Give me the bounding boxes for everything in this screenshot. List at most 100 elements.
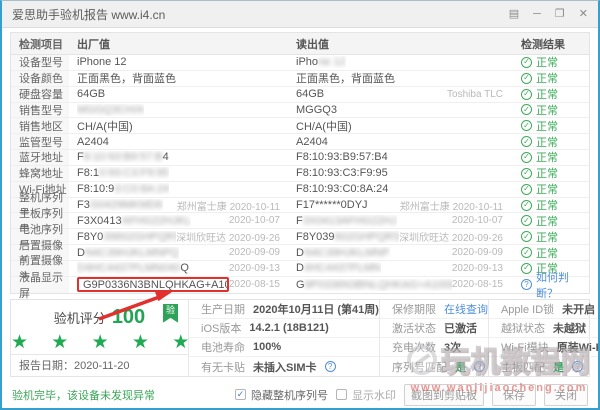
table-cell: G9P0336N3BNLQHKAG+A1000...2020-08-15 [288, 279, 511, 291]
info-label: 有无卡贴 [201, 359, 245, 375]
result-normal: 正常 [536, 86, 558, 102]
table-cell: F8:10:93:B9:57:B4 [288, 151, 511, 163]
result-normal: 正常 [536, 181, 558, 197]
info-value: 是 [455, 359, 466, 375]
redacted-text: G0429MKMD6 [90, 199, 163, 211]
cell-annotation: 2020-08-15 [452, 279, 511, 290]
hide-serial-label[interactable]: 隐藏整机序列号 [251, 387, 328, 403]
result-normal: 正常 [536, 54, 558, 70]
table-row: 硬盘容量64GB64GBToshiba TLC✓正常 [11, 87, 589, 103]
table-cell: 64GB [69, 88, 288, 100]
info-label: Apple ID锁 [501, 301, 554, 317]
cell-annotation: 2020-09-09 [452, 247, 511, 258]
screenshot-clipboard-button[interactable]: 截图到剪贴板 [404, 384, 484, 406]
table-cell: A2404 [69, 136, 288, 148]
info-row: 激活状态已激活 [380, 319, 488, 338]
check-circle-icon: ✓ [521, 231, 532, 242]
result-cell: ✓正常 [511, 102, 589, 118]
cell-value: 64GB [296, 88, 324, 100]
window-title: 爱思助手验机报告 www.i4.cn [12, 6, 165, 23]
info-row: Apple ID锁未开启? [489, 300, 600, 319]
restore-icon[interactable]: ❐ [555, 9, 565, 20]
info-value: 100% [253, 341, 281, 353]
check-circle-icon: ✓ [521, 184, 532, 195]
table-cell: F8:10:93:C0:8A:24 [69, 183, 288, 195]
info-row: 越狱状态未越狱 [489, 319, 600, 338]
detection-table: 检测项目 出厂值 读出值 检测结果 设备型号iPhone 12iPhone 12… [10, 32, 590, 294]
result-cell: ✓正常 [511, 134, 589, 150]
close-icon[interactable]: ✕ [579, 9, 588, 20]
info-label: 激活状态 [392, 320, 436, 336]
table-cell: F3G0429MKMD6郑州富士康 2020-10-11 [69, 198, 288, 213]
result-normal: 正常 [536, 118, 558, 134]
table-cell: F8Y039602GHPQRSV深圳欣旺达 2020-09-26 [69, 229, 288, 244]
check-circle-icon: ✓ [521, 120, 532, 131]
question-circle-icon[interactable]: ? [572, 361, 583, 372]
minimize-icon[interactable]: ─ [533, 9, 541, 20]
redacted-text: 4HC4437PLMN [304, 262, 381, 274]
summary-panel: 验机评分100 验 ★ ★ ★ ★ ★ 报告日期：2020-11-20 生产日期… [10, 299, 590, 377]
table-row: 销售地区CH/A(中国)CH/A(中国)✓正常 [11, 118, 589, 134]
info-label: 充电次数 [392, 339, 436, 355]
cell-value: D4HC4437PLMN040Q [77, 262, 189, 274]
info-value: 3次 [444, 339, 461, 355]
highlighted-value: G9P0336N3BNLQHKAG+A100000... [77, 277, 229, 292]
info-value: 已激活 [444, 320, 477, 336]
info-value: 是 [553, 359, 564, 375]
table-cell: F8:10:93:C3:F9:95 [288, 167, 511, 179]
cell-value: F8:10:93:B9:57:B4 [77, 151, 169, 163]
show-watermark-checkbox[interactable] [336, 389, 347, 400]
cell-value: F3X0413AFHG22HJKL [77, 215, 191, 227]
row-label: 监管型号 [11, 134, 69, 149]
menu-icon[interactable]: ▤ [509, 9, 519, 20]
hide-serial-checkbox[interactable]: ✓ [235, 389, 246, 400]
table-cell: DN4C39HJKLMNPQ2020-09-09 [69, 247, 288, 259]
howto-link[interactable]: 如何判断？ [536, 269, 589, 301]
header-result: 检测结果 [511, 36, 589, 52]
table-cell: F8Y039602GHPQRS深圳欣旺达 2020-09-26 [288, 229, 511, 244]
check-circle-icon: ✓ [521, 57, 532, 68]
cell-value: F8Y039602GHPQRSV [77, 231, 176, 243]
table-cell: A2404 [288, 136, 511, 148]
row-label: 销售型号 [11, 103, 69, 118]
redacted-text: ne 12 [318, 56, 346, 68]
online-query-link[interactable]: 在线查询 [444, 301, 488, 317]
result-cell: ✓ 正常 [511, 54, 589, 70]
question-circle-icon[interactable]: ? [325, 361, 336, 372]
table-cell: iPhone 12 [69, 56, 288, 68]
info-row: 电池寿命100% [189, 338, 379, 357]
info-row: 主板匹配是? [489, 357, 600, 375]
row-label: 销售地区 [11, 118, 69, 133]
table-cell: 正面黑色，背面蓝色 [69, 70, 288, 86]
redacted-text: 3:C0:8A:24 [114, 183, 169, 195]
cell-value: D4HC4437PLMN [296, 262, 381, 274]
cell-value: F8:10:93:C0:8A:24 [296, 183, 388, 195]
show-watermark-label[interactable]: 显示水印 [352, 387, 396, 403]
table-cell: F3X0413AFHG22HJ2020-10-07 [288, 215, 511, 227]
score-label: 验机评分 [54, 311, 106, 326]
save-button[interactable]: 保存 [492, 384, 536, 406]
header-read: 读出值 [288, 36, 511, 52]
redacted-text: N4C39HJKLMNPQ [85, 247, 179, 259]
question-circle-icon[interactable]: ? [474, 361, 485, 372]
table-row: 销售型号MGGQ3CH/AMGGQ3✓正常 [11, 103, 589, 119]
close-button[interactable]: 关闭 [544, 384, 588, 406]
check-circle-icon: ✓ [521, 215, 532, 226]
result-cell: ✓正常 [511, 245, 589, 261]
table-cell: F8:10:93:C3:F9:95 [69, 167, 288, 179]
result-cell: ✓正常 [511, 70, 589, 86]
table-cell: iPhone 12 [288, 56, 511, 68]
table-row: 蓝牙地址F8:10:93:B9:57:B4F8:10:93:B9:57:B4✓正… [11, 150, 589, 166]
cell-annotation: 郑州富士康 2020-10-11 [400, 198, 511, 213]
redacted-text: 39602GHPQRSV [103, 231, 176, 243]
cell-annotation: 深圳欣旺达 2020-09-26 [399, 229, 511, 244]
result-cell: ✓正常 [511, 197, 589, 213]
redacted-text: AFHG22HJKL [122, 215, 192, 227]
redacted-text: 8:10:93:B9:57:B [84, 151, 163, 163]
redacted-text: 0:93:C3:F9:95 [99, 167, 169, 179]
cell-annotation: 2020-09-09 [229, 247, 288, 258]
cell-value: F8:10:93:C0:8A:24 [77, 183, 169, 195]
cell-value: DN4C39HJKLMNP [296, 247, 390, 259]
cell-value: F3G0429MKMD6 [77, 199, 163, 211]
cell-value: F8Y039602GHPQRS [296, 231, 399, 243]
